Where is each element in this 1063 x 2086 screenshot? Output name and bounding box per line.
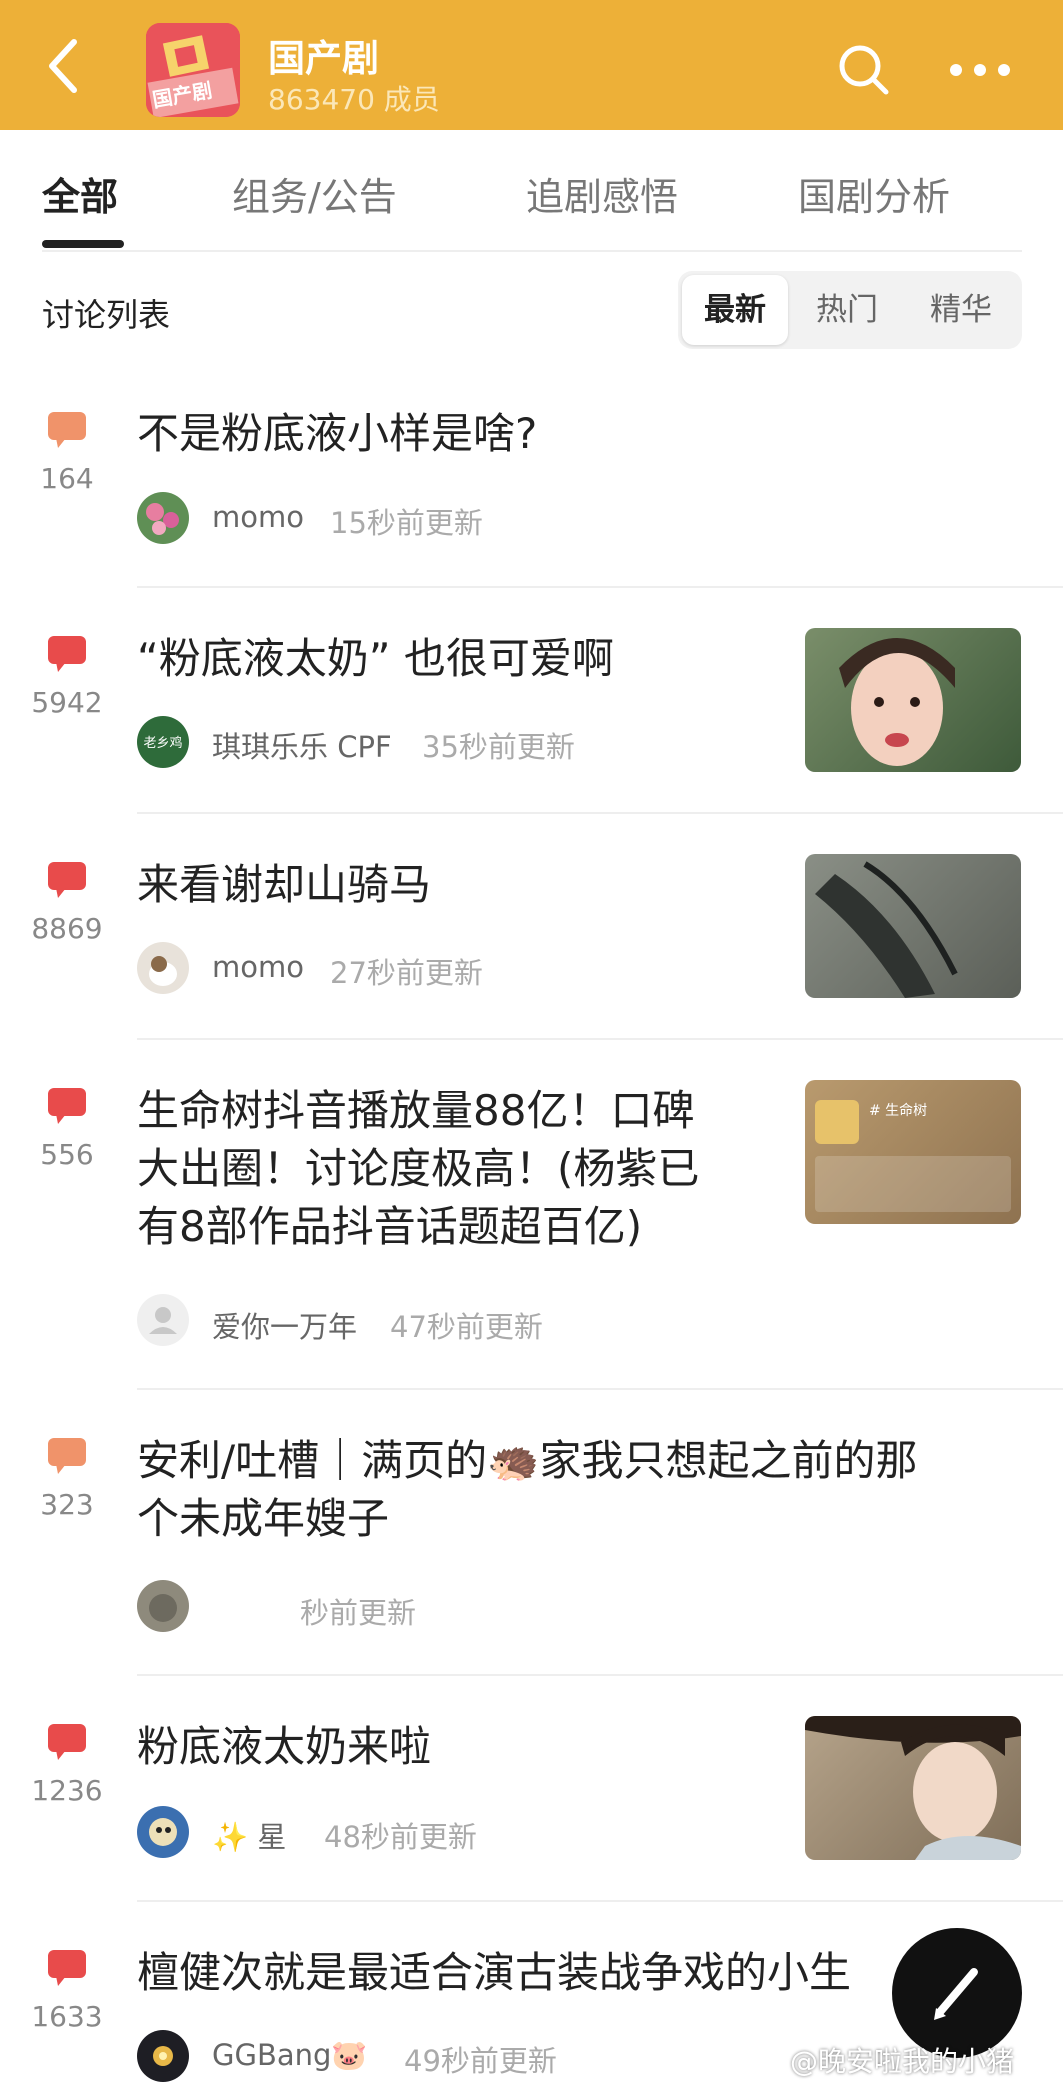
sort-featured-button[interactable]: 精华	[908, 271, 1014, 349]
sort-hot-button[interactable]: 热门	[794, 271, 900, 349]
tabs-divider	[42, 250, 1022, 252]
comment-bubble-icon	[48, 1724, 86, 1760]
post-author[interactable]: momo	[212, 950, 304, 984]
post-time: 秒前更新	[300, 1596, 417, 1630]
group-header: 国产剧 国产剧 863470 成员	[0, 0, 1063, 130]
group-name: 国产剧	[268, 37, 379, 80]
cartoon-avatar[interactable]	[137, 1806, 189, 1858]
post-divider	[137, 1900, 1063, 1902]
post-divider	[137, 1388, 1063, 1390]
comment-bubble-icon	[48, 636, 86, 672]
search-icon[interactable]	[836, 42, 892, 98]
tab-announcements[interactable]: 组务/公告	[232, 166, 397, 221]
watermark: @晚安啦我的小猪	[790, 2045, 1015, 2078]
cat-avatar[interactable]	[137, 1580, 189, 1632]
post-thumbnail[interactable]	[805, 628, 1021, 772]
post-author[interactable]: GGBang🐷	[212, 2038, 368, 2073]
post-divider	[137, 812, 1063, 814]
sort-latest-button[interactable]: 最新	[682, 275, 788, 345]
post-divider	[137, 1038, 1063, 1040]
laoxiangji-avatar[interactable]: 老乡鸡	[137, 716, 189, 768]
active-tab-indicator	[42, 240, 124, 248]
post-time: 15秒前更新	[330, 506, 483, 540]
comment-count: 164	[40, 462, 94, 495]
post-divider	[137, 586, 1063, 588]
group-logo[interactable]: 国产剧	[146, 23, 240, 117]
post-thumbnail[interactable]: # 生命树	[805, 1080, 1021, 1224]
post-title[interactable]: “粉底液太奶” 也很可爱啊	[137, 630, 614, 688]
tab-all[interactable]: 全部	[42, 166, 118, 221]
comment-count: 323	[40, 1488, 94, 1521]
post-divider	[137, 1674, 1063, 1676]
comment-bubble-icon	[48, 1438, 86, 1474]
post-title[interactable]: 安利/吐槽｜满页的🦔家我只想起之前的那 个未成年嫂子	[137, 1432, 917, 1548]
comment-count: 8869	[31, 912, 103, 945]
post-title[interactable]: 来看谢却山骑马	[137, 856, 431, 914]
member-count: 863470 成员	[268, 83, 440, 116]
category-tabs: 全部 组务/公告 追剧感悟 国剧分析	[0, 130, 1063, 250]
sort-switcher: 最新 热门 精华	[678, 271, 1022, 349]
post-author[interactable]: 爱你一万年	[212, 1304, 357, 1346]
pet-avatar[interactable]	[137, 942, 189, 994]
compose-button[interactable]	[892, 1928, 1022, 2058]
tab-drama-analysis[interactable]: 国剧分析	[798, 166, 950, 221]
flower-avatar[interactable]	[137, 492, 189, 544]
post-time: 47秒前更新	[390, 1310, 543, 1344]
more-options-icon[interactable]	[948, 52, 1012, 88]
back-arrow-icon[interactable]	[36, 36, 96, 96]
comment-bubble-icon	[48, 412, 86, 448]
post-title[interactable]: 檀健次就是最适合演古装战争戏的小生	[137, 1944, 897, 2002]
post-author[interactable]: momo	[212, 500, 304, 534]
comment-bubble-icon	[48, 1088, 86, 1124]
comment-count: 556	[40, 1138, 94, 1171]
post-title[interactable]: 粉底液太奶来啦	[137, 1718, 431, 1776]
tab-drama-thoughts[interactable]: 追剧感悟	[526, 166, 678, 221]
post-title[interactable]: 不是粉底液小样是啥?	[137, 405, 537, 463]
comment-count: 5942	[31, 686, 103, 719]
post-title[interactable]: 生命树抖音播放量88亿！口碑 大出圈！讨论度极高！(杨紫已 有8部作品抖音话题超…	[137, 1082, 699, 1256]
post-time: 49秒前更新	[404, 2044, 557, 2078]
firework-avatar[interactable]	[137, 2030, 189, 2082]
post-author[interactable]: ✨ 星	[212, 1814, 286, 1856]
post-thumbnail[interactable]	[805, 854, 1021, 998]
comment-bubble-icon	[48, 862, 86, 898]
default-user-avatar[interactable]	[137, 1294, 189, 1346]
discussion-list-label: 讨论列表	[42, 296, 171, 334]
post-time: 27秒前更新	[330, 956, 483, 990]
comment-count: 1236	[31, 1774, 103, 1807]
comment-bubble-icon	[48, 1950, 86, 1986]
post-time: 35秒前更新	[422, 730, 575, 764]
comment-count: 1633	[31, 2000, 103, 2033]
post-author[interactable]: 琪琪乐乐 CPF	[212, 724, 392, 766]
post-thumbnail[interactable]	[805, 1716, 1021, 1860]
post-time: 48秒前更新	[324, 1820, 477, 1854]
pen-icon	[934, 1968, 978, 2020]
